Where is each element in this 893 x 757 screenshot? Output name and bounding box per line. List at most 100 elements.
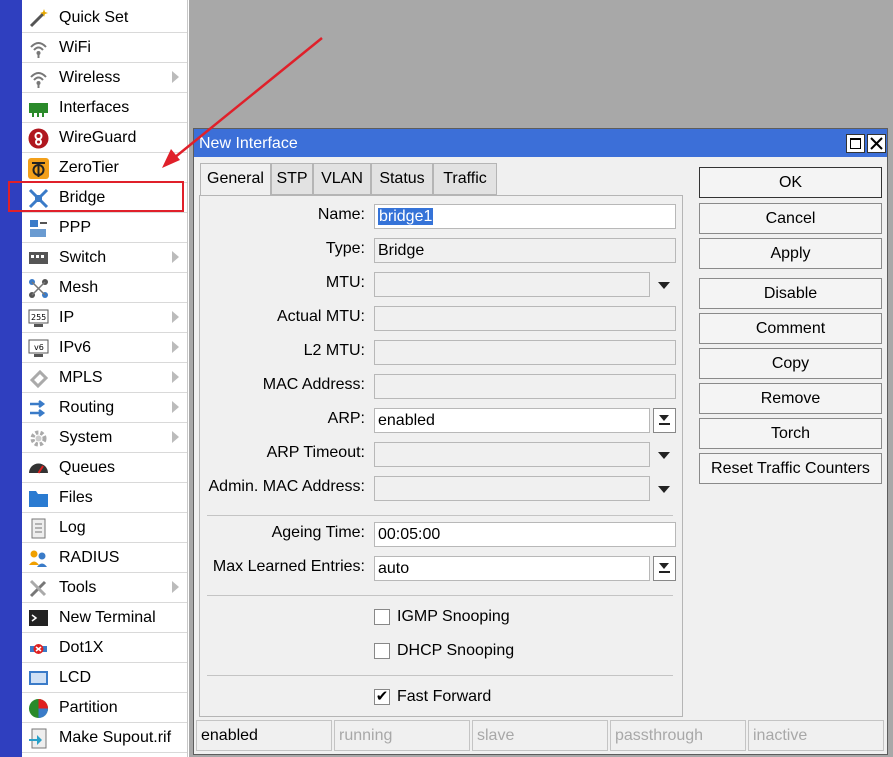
submenu-arrow-icon <box>172 431 179 443</box>
separator <box>207 675 673 676</box>
routing-icon <box>28 398 49 419</box>
dot1x-icon <box>28 638 49 659</box>
menu-item-ppp[interactable]: PPP <box>22 214 187 243</box>
menu-item-system[interactable]: System <box>22 424 187 453</box>
max-learned-label: Max Learned Entries: <box>212 558 365 575</box>
menu-item-ipv6[interactable]: v6 IPv6 <box>22 334 187 363</box>
admin-mac-input[interactable] <box>374 476 650 501</box>
igmp-snooping-checkbox[interactable] <box>374 609 390 625</box>
mtu-dropdown-icon[interactable] <box>658 282 670 289</box>
arp-timeout-dropdown-icon[interactable] <box>658 452 670 459</box>
menu-item-ip[interactable]: 255 IP <box>22 304 187 333</box>
tab-stp[interactable]: STP <box>271 163 313 195</box>
ppp-icon <box>28 218 49 239</box>
actual-mtu-label: Actual MTU: <box>276 308 365 325</box>
menu-item-files[interactable]: Files <box>22 484 187 513</box>
name-input[interactable]: bridge1 <box>374 204 676 229</box>
dialog-titlebar[interactable]: New Interface <box>194 129 887 157</box>
wifi-icon <box>28 38 49 59</box>
arp-select[interactable]: enabled <box>374 408 650 433</box>
maximize-icon[interactable] <box>846 134 865 153</box>
tab-traffic[interactable]: Traffic <box>433 163 497 195</box>
menu-item-partition[interactable]: Partition <box>22 694 187 723</box>
menu-item-new-terminal[interactable]: New Terminal <box>22 604 187 633</box>
fast-forward-label: Fast Forward <box>397 688 492 705</box>
mpls-icon <box>28 368 49 389</box>
menu-item-label: New Terminal <box>59 609 156 626</box>
menu-item-lcd[interactable]: LCD <box>22 664 187 693</box>
arp-dropdown-button[interactable] <box>653 408 676 433</box>
torch-button[interactable]: Torch <box>699 418 882 449</box>
menu-item-label: Make Supout.rif <box>59 729 172 746</box>
menu-item-radius[interactable]: RADIUS <box>22 544 187 573</box>
mtu-input[interactable] <box>374 272 650 297</box>
svg-text:v6: v6 <box>34 343 44 352</box>
fast-forward-checkbox[interactable]: ✔ <box>374 689 390 705</box>
bridge-highlight-box <box>8 181 184 212</box>
menu-item-wireless[interactable]: Wireless <box>22 64 187 93</box>
menu-item-label: Log <box>59 519 86 536</box>
menu-item-label: Quick Set <box>59 9 129 26</box>
ok-button[interactable]: OK <box>699 167 882 198</box>
menu-item-label: Switch <box>59 249 107 266</box>
disable-button[interactable]: Disable <box>699 278 882 309</box>
menu-item-switch[interactable]: Switch <box>22 244 187 273</box>
terminal-icon <box>28 608 49 629</box>
mesh-icon <box>28 278 49 299</box>
wireguard-icon <box>28 128 49 149</box>
tab-general[interactable]: General <box>200 163 271 196</box>
name-value: bridge1 <box>378 208 434 225</box>
admin-mac-dropdown-icon[interactable] <box>658 486 670 493</box>
wireless-icon <box>28 68 49 89</box>
menu-item-quick-set[interactable]: Quick Set <box>22 4 187 33</box>
mtu-label: MTU: <box>325 274 365 291</box>
max-learned-dropdown-button[interactable] <box>653 556 676 581</box>
main-menu: Quick Set WiFi Wireless Interfaces WireGuard… <box>22 0 188 757</box>
separator <box>207 595 673 596</box>
reset-traffic-counters-button[interactable]: Reset Traffic Counters <box>699 453 882 484</box>
menu-item-tools[interactable]: Tools <box>22 574 187 603</box>
magic-wand-icon <box>28 8 49 29</box>
dhcp-snooping-checkbox[interactable] <box>374 643 390 659</box>
max-learned-select[interactable]: auto <box>374 556 650 581</box>
menu-item-interfaces[interactable]: Interfaces <box>22 94 187 123</box>
menu-item-label: IP <box>59 309 75 326</box>
apply-button[interactable]: Apply <box>699 238 882 269</box>
menu-item-label: Wireless <box>59 69 121 86</box>
menu-item-queues[interactable]: Queues <box>22 454 187 483</box>
supout-icon <box>28 728 49 749</box>
close-icon[interactable] <box>867 134 886 153</box>
menu-item-label: WireGuard <box>59 129 137 146</box>
svg-text:255: 255 <box>31 313 46 322</box>
ageing-time-input[interactable]: 00:05:00 <box>374 522 676 547</box>
menu-item-label: IPv6 <box>59 339 92 356</box>
submenu-arrow-icon <box>172 581 179 593</box>
tab-vlan[interactable]: VLAN <box>313 163 371 195</box>
menu-item-wireguard[interactable]: WireGuard <box>22 124 187 153</box>
remove-button[interactable]: Remove <box>699 383 882 414</box>
tools-icon <box>28 578 49 599</box>
menu-item-log[interactable]: Log <box>22 514 187 543</box>
menu-item-label: Interfaces <box>59 99 130 116</box>
comment-button[interactable]: Comment <box>699 313 882 344</box>
name-label: Name: <box>317 206 365 223</box>
menu-item-mpls[interactable]: MPLS <box>22 364 187 393</box>
arp-timeout-input[interactable] <box>374 442 650 467</box>
tab-status[interactable]: Status <box>371 163 433 195</box>
cancel-button[interactable]: Cancel <box>699 203 882 234</box>
arp-label: ARP: <box>327 410 365 427</box>
ip-icon: 255 <box>28 308 49 329</box>
zerotier-icon <box>28 158 49 179</box>
menu-item-label: Partition <box>59 699 118 716</box>
menu-item-zerotier[interactable]: ZeroTier <box>22 154 187 183</box>
menu-item-label: System <box>59 429 113 446</box>
separator <box>207 515 673 516</box>
menu-item-dot1x[interactable]: Dot1X <box>22 634 187 663</box>
menu-item-routing[interactable]: Routing <box>22 394 187 423</box>
copy-button[interactable]: Copy <box>699 348 882 379</box>
menu-item-make-supout-rif[interactable]: Make Supout.rif <box>22 724 187 753</box>
gear-icon <box>28 428 49 449</box>
menu-item-mesh[interactable]: Mesh <box>22 274 187 303</box>
radius-icon <box>28 548 49 569</box>
menu-item-wifi[interactable]: WiFi <box>22 34 187 63</box>
